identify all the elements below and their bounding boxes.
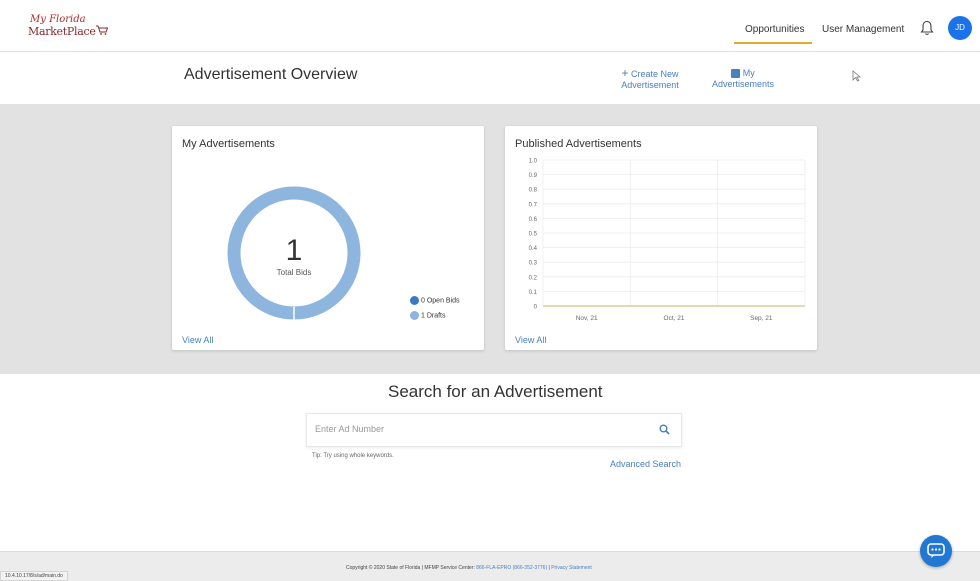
search-tip: Tip: Try using whole keywords. <box>312 453 394 459</box>
shopping-cart-icon <box>96 25 108 35</box>
y-tick-label: 0.8 <box>529 188 538 194</box>
browser-status-url: 10.4.10.17/8/s/ad/main.do <box>0 571 68 581</box>
service-center-phone-link[interactable]: 866-FLA-EPRO (866-352-3776) <box>476 565 547 571</box>
chat-button[interactable] <box>920 535 952 567</box>
my-ads-label: My <box>742 68 755 78</box>
data-point <box>585 305 588 307</box>
y-tick-label: 0 <box>534 305 538 311</box>
legend-drafts: 1 Drafts <box>410 311 446 320</box>
myfloridamarketplace-logo[interactable]: My Florida MarketPlace <box>28 14 108 42</box>
advanced-search-link[interactable]: Advanced Search <box>610 459 681 469</box>
total-bids-count: 1 <box>285 234 303 267</box>
mouse-cursor-icon <box>852 70 861 82</box>
dashboard-background <box>0 104 980 374</box>
footer-divider: | <box>548 565 550 571</box>
data-point <box>673 305 675 307</box>
plus-icon: + <box>621 66 629 80</box>
y-tick-label: 0.1 <box>529 290 538 296</box>
published-advertisements-card: Published Advertisements 1.0 0.9 0.8 0.7 0.6… <box>505 126 817 350</box>
search-icon[interactable] <box>659 424 670 435</box>
footer-text: Copyright © 2020 State of Florida | MFMP… <box>346 565 592 571</box>
legend-label: 1 Drafts <box>421 312 446 320</box>
legend-label: 0 Open Bids <box>421 297 460 305</box>
copyright-text: Copyright © 2020 State of Florida | MFMP… <box>346 565 475 571</box>
x-tick-label: Nov, 21 <box>576 315 598 322</box>
legend-dot <box>410 296 419 305</box>
x-tick-label: Oct, 21 <box>664 315 685 322</box>
y-tick-label: 0.3 <box>529 261 538 267</box>
y-tick-label: 0.9 <box>529 173 538 179</box>
user-avatar[interactable]: JD <box>948 16 972 40</box>
page-footer: Copyright © 2020 State of Florida | MFMP… <box>0 551 980 581</box>
view-all-published-link[interactable]: View All <box>515 335 546 345</box>
legend-open-bids: 0 Open Bids <box>410 296 460 305</box>
y-tick-label: 0.7 <box>529 202 538 208</box>
chat-bubble-icon <box>927 543 945 558</box>
legend-dot <box>410 311 419 320</box>
briefcase-icon <box>731 69 741 79</box>
y-tick-label: 0.4 <box>529 246 538 252</box>
top-navigation-bar: My Florida MarketPlace Opportunities Use… <box>0 0 980 52</box>
y-tick-label: 1.0 <box>529 159 538 165</box>
nav-user-management[interactable]: User Management <box>822 24 904 35</box>
logo-name-text: MarketPlace <box>28 25 96 38</box>
my-advertisements-card: My Advertisements 1 Total Bids 0 Open Bi… <box>172 126 484 350</box>
nav-opportunities[interactable]: Opportunities <box>745 24 804 35</box>
create-new-label-2: Advertisement <box>621 80 679 90</box>
y-tick-label: 0.6 <box>529 217 538 223</box>
overview-header <box>0 52 980 104</box>
search-section-title: Search for an Advertisement <box>388 382 603 401</box>
card-title: My Advertisements <box>182 138 275 150</box>
logo-script-text: My Florida <box>30 14 86 25</box>
notification-bell-icon[interactable] <box>920 20 934 36</box>
total-bids-label: Total Bids <box>276 268 312 277</box>
data-point <box>760 305 763 307</box>
published-ads-line-chart: 1.0 0.9 0.8 0.7 0.6 0.5 0.4 0.3 0.2 0.1 0 Nov, 21 Oc… <box>529 159 806 322</box>
my-advertisements-button[interactable]: My Advertisements <box>708 68 778 90</box>
y-tick-label: 0.2 <box>529 275 538 281</box>
search-box <box>306 413 682 447</box>
active-nav-indicator <box>734 42 812 44</box>
page-title: Advertisement Overview <box>184 66 358 83</box>
create-new-advertisement-button[interactable]: + Create New Advertisement <box>616 66 684 91</box>
ad-number-search-input[interactable] <box>315 424 635 434</box>
y-tick-label: 0.5 <box>529 232 538 238</box>
create-new-label: Create New <box>631 69 679 79</box>
view-all-my-ads-link[interactable]: View All <box>182 335 213 345</box>
x-tick-label: Sep, 21 <box>750 315 773 322</box>
privacy-statement-link[interactable]: Privacy Statement <box>551 565 592 571</box>
my-ads-label-2: Advertisements <box>711 79 775 89</box>
